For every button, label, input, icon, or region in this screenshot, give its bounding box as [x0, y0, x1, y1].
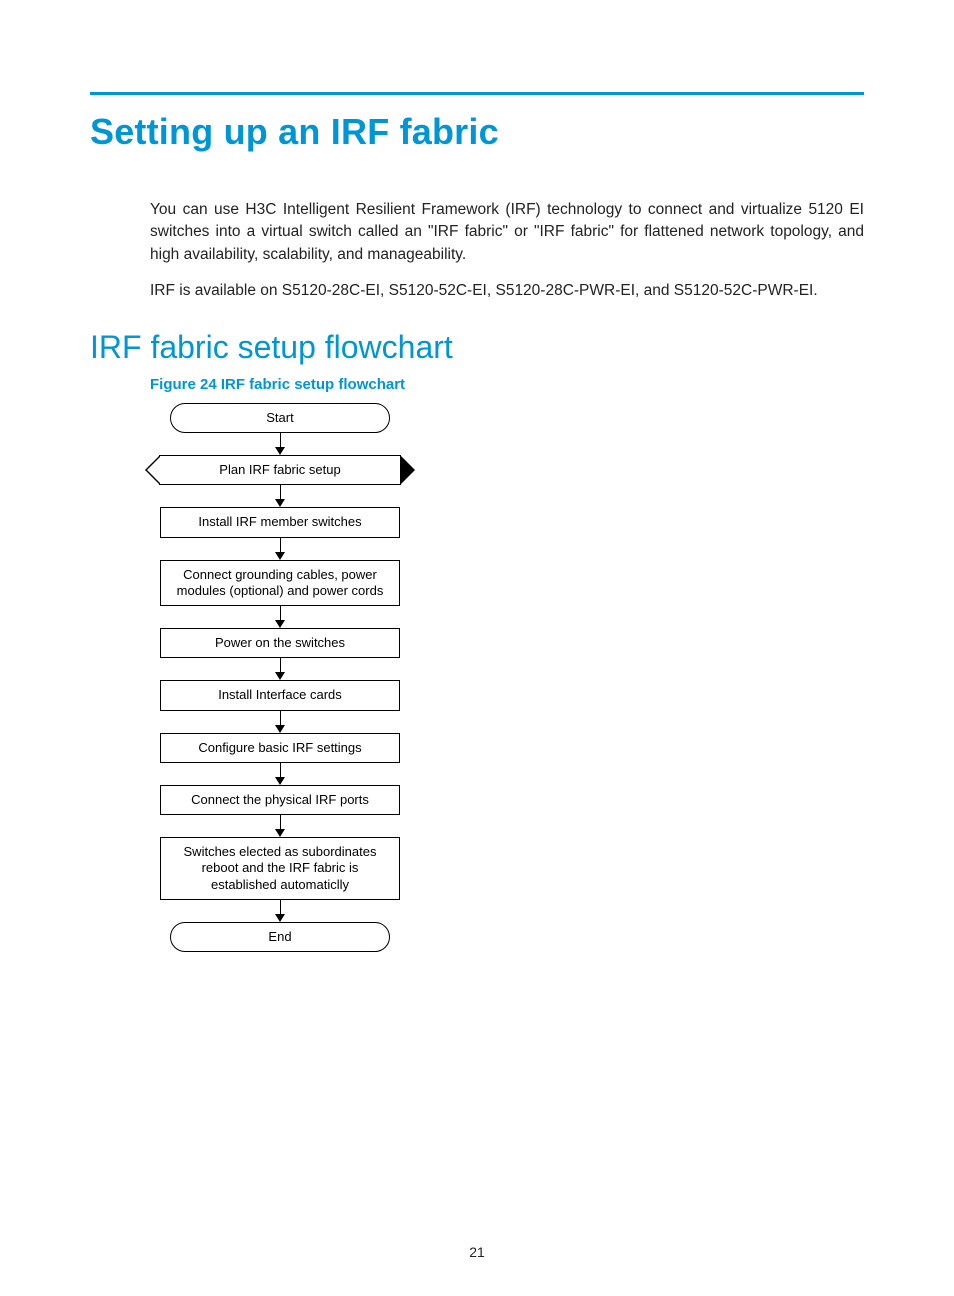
flow-arrow-icon [275, 658, 285, 680]
flow-node-configure-basic: Configure basic IRF settings [160, 733, 400, 763]
page: Setting up an IRF fabric You can use H3C… [0, 0, 954, 1296]
flow-arrow-icon [275, 711, 285, 733]
flow-arrow-icon [275, 485, 285, 507]
intro-block: You can use H3C Intelligent Resilient Fr… [150, 199, 864, 303]
flow-node-plan: Plan IRF fabric setup [159, 455, 401, 485]
flow-arrow-icon [275, 433, 285, 455]
flow-node-connect-grounding: Connect grounding cables, power modules … [160, 560, 400, 607]
intro-paragraph-2: IRF is available on S5120-28C-EI, S5120-… [150, 280, 864, 302]
page-title: Setting up an IRF fabric [90, 111, 864, 153]
intro-paragraph-1: You can use H3C Intelligent Resilient Fr… [150, 199, 864, 266]
page-number: 21 [0, 1244, 954, 1260]
section-title-flowchart: IRF fabric setup flowchart [90, 329, 864, 366]
flow-arrow-icon [275, 606, 285, 628]
top-rule [90, 92, 864, 95]
flow-arrow-icon [275, 538, 285, 560]
flow-node-connect-physical: Connect the physical IRF ports [160, 785, 400, 815]
flow-arrow-icon [275, 763, 285, 785]
flowchart: Start Plan IRF fabric setup Install IRF … [150, 403, 410, 952]
flow-node-install-members: Install IRF member switches [160, 507, 400, 537]
flow-arrow-icon [275, 815, 285, 837]
flow-node-subordinates: Switches elected as subordinates reboot … [160, 837, 400, 900]
figure-caption: Figure 24 IRF fabric setup flowchart [150, 376, 864, 393]
flow-node-install-interface: Install Interface cards [160, 680, 400, 710]
flow-node-power-on: Power on the switches [160, 628, 400, 658]
flow-node-end: End [170, 922, 390, 952]
flow-node-start: Start [170, 403, 390, 433]
flow-arrow-icon [275, 900, 285, 922]
